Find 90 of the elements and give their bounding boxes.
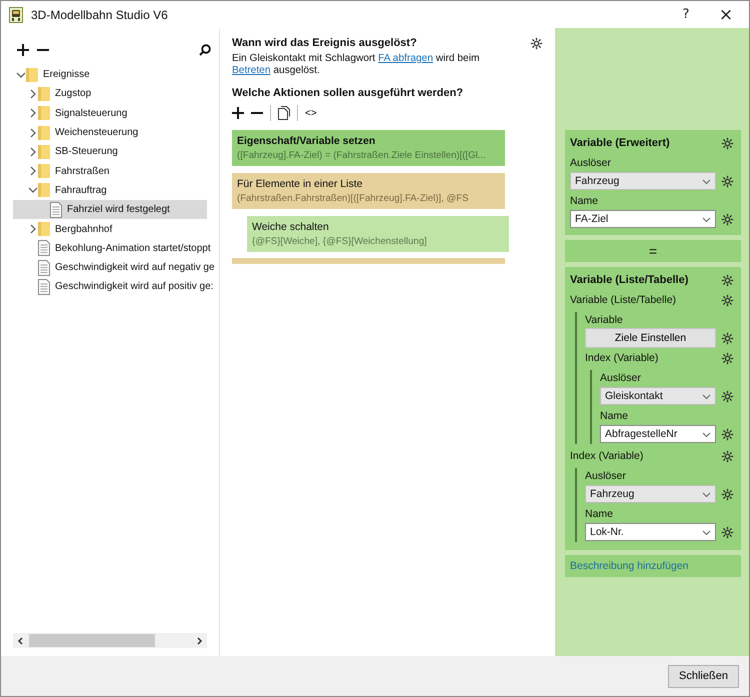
settings-icon[interactable] (721, 390, 734, 402)
folder-icon (38, 124, 50, 141)
section-heading: Welche Aktionen sollen ausgeführt werden? (232, 87, 464, 99)
tree-item[interactable]: Geschwindigkeit wird auf positiv ge: (13, 277, 214, 297)
tree-item[interactable]: Fahrziel wird festgelegt (13, 200, 207, 220)
field-label: Auslöser (585, 469, 627, 484)
help-button[interactable]: ? (669, 1, 703, 28)
field-label: Auslöser (600, 371, 642, 386)
scroll-right-icon[interactable] (195, 636, 203, 644)
combo-box[interactable]: FA-Ziel (570, 210, 716, 228)
folder-icon (38, 221, 50, 238)
dropdown[interactable]: Fahrzeug (570, 172, 716, 190)
action-card[interactable]: Für Elemente in einer Liste (Fahrstraßen.Fahrstraßen)[([Fahrzeug].FA-Ziel)], @FS (232, 173, 505, 209)
app-icon (9, 6, 23, 22)
code-button[interactable]: <> (305, 108, 317, 118)
settings-icon[interactable] (721, 294, 734, 306)
field-label: Auslöser (570, 156, 612, 171)
tree-item[interactable]: Signalsteuerung (13, 104, 207, 123)
operator-label: = (565, 240, 741, 262)
document-icon (50, 202, 62, 218)
chevron-down-icon[interactable] (702, 178, 711, 184)
tree-item[interactable]: Fahrstraßen (13, 161, 207, 181)
property-label: Index (Variable) (585, 352, 658, 364)
settings-icon[interactable] (721, 450, 734, 462)
plus-icon[interactable] (17, 44, 29, 56)
chevron-down-icon[interactable] (702, 528, 711, 536)
tree-item[interactable]: Fahrauftrag (13, 180, 207, 200)
action-detail: (Fahrstraßen.Fahrstraßen)[([Fahrzeug].FA-Ziel)], @FS (237, 193, 470, 204)
field-label: Name (585, 507, 614, 522)
folder-icon (38, 144, 50, 160)
settings-icon[interactable] (721, 174, 734, 188)
scroll-left-icon[interactable] (17, 636, 25, 644)
dropdown[interactable]: Fahrzeug (585, 485, 716, 503)
folder-icon (38, 182, 50, 198)
tree-item[interactable]: Bergbahnhof (13, 219, 207, 239)
search-icon[interactable] (199, 44, 211, 56)
tree-item[interactable]: SB-Steuerung (13, 142, 207, 162)
folder-icon (38, 86, 50, 102)
tree-item[interactable]: Weichensteuerung (13, 122, 207, 142)
chevron-down-icon[interactable] (702, 430, 711, 438)
value-button[interactable]: Ziele Einstellen (585, 328, 716, 348)
settings-icon[interactable] (721, 488, 734, 500)
folder-icon (26, 66, 38, 83)
settings-icon[interactable] (530, 37, 543, 50)
link[interactable]: Betreten (232, 65, 271, 76)
chevron-down-icon[interactable] (702, 490, 711, 498)
settings-icon[interactable] (721, 274, 734, 286)
action-card[interactable]: Eigenschaft/Variable setzen ([Fahrzeug].FA-Ziel) = (Fahrstraßen.Ziele Einstellen)[([Gl... (232, 130, 505, 166)
card-title: Variable (Liste/Tabelle) (570, 274, 688, 286)
chevron-down-icon[interactable] (702, 392, 711, 400)
tree-item[interactable]: Ereignisse (13, 65, 207, 84)
close-button[interactable]: Schließen (668, 664, 739, 688)
combo-box[interactable]: AbfragestelleNr (600, 425, 716, 443)
field-label: Variable (585, 313, 624, 328)
action-detail: {@FS}[Weiche], {@FS}[Weichenstellung] (252, 236, 428, 247)
action-card[interactable]: Weiche schalten {@FS}[Weiche], {@FS}[Weichenstellung] (247, 216, 509, 252)
copy-icon[interactable] (278, 106, 290, 120)
settings-icon[interactable] (721, 428, 734, 440)
chevron-down-icon[interactable] (702, 216, 711, 222)
card-title: Variable (Erweitert) (570, 137, 670, 149)
tree-item[interactable]: Bekohlung-Animation startet/stoppt (13, 238, 211, 258)
settings-icon[interactable] (721, 136, 734, 150)
horizontal-scrollbar[interactable] (13, 633, 207, 648)
document-icon (38, 278, 50, 295)
tree-item[interactable]: Zugstop (13, 84, 207, 104)
combo-box[interactable]: Lok-Nr. (585, 523, 716, 541)
plus-icon[interactable] (232, 107, 244, 119)
settings-icon[interactable] (721, 212, 734, 226)
document-icon (38, 260, 50, 276)
close-button[interactable]: × (703, 1, 749, 28)
section-heading: Wann wird das Ereignis ausgelöst? (232, 37, 418, 49)
action-title: Für Elemente in einer Liste (237, 178, 364, 190)
action-detail: ([Fahrzeug].FA-Ziel) = (Fahrstraßen.Ziele Einstellen)[([Gl... (237, 150, 487, 161)
settings-icon[interactable] (721, 526, 734, 538)
action-title: Weiche schalten (252, 221, 330, 233)
action-title: Eigenschaft/Variable setzen (237, 135, 376, 147)
link[interactable]: FA abfragen (378, 53, 434, 64)
trigger-description: Ein Gleiskontakt mit Schlagwort FA abfragen wird beim Betreten ausgelöst. (232, 53, 480, 77)
property-label: Index (Variable) (570, 450, 644, 462)
field-label: Name (570, 194, 600, 209)
folder-icon (38, 163, 50, 180)
window-title: 3D-Modellbahn Studio V6 (31, 8, 168, 22)
folder-icon (38, 105, 50, 122)
field-label: Name (600, 409, 630, 424)
document-icon (38, 240, 50, 256)
settings-icon[interactable] (721, 352, 734, 364)
tree-item[interactable]: Geschwindigkeit wird auf negativ ge (13, 258, 215, 278)
settings-icon[interactable] (721, 332, 734, 344)
dropdown[interactable]: Gleiskontakt (600, 387, 716, 405)
property-label: Variable (Liste/Tabelle) (570, 294, 676, 306)
